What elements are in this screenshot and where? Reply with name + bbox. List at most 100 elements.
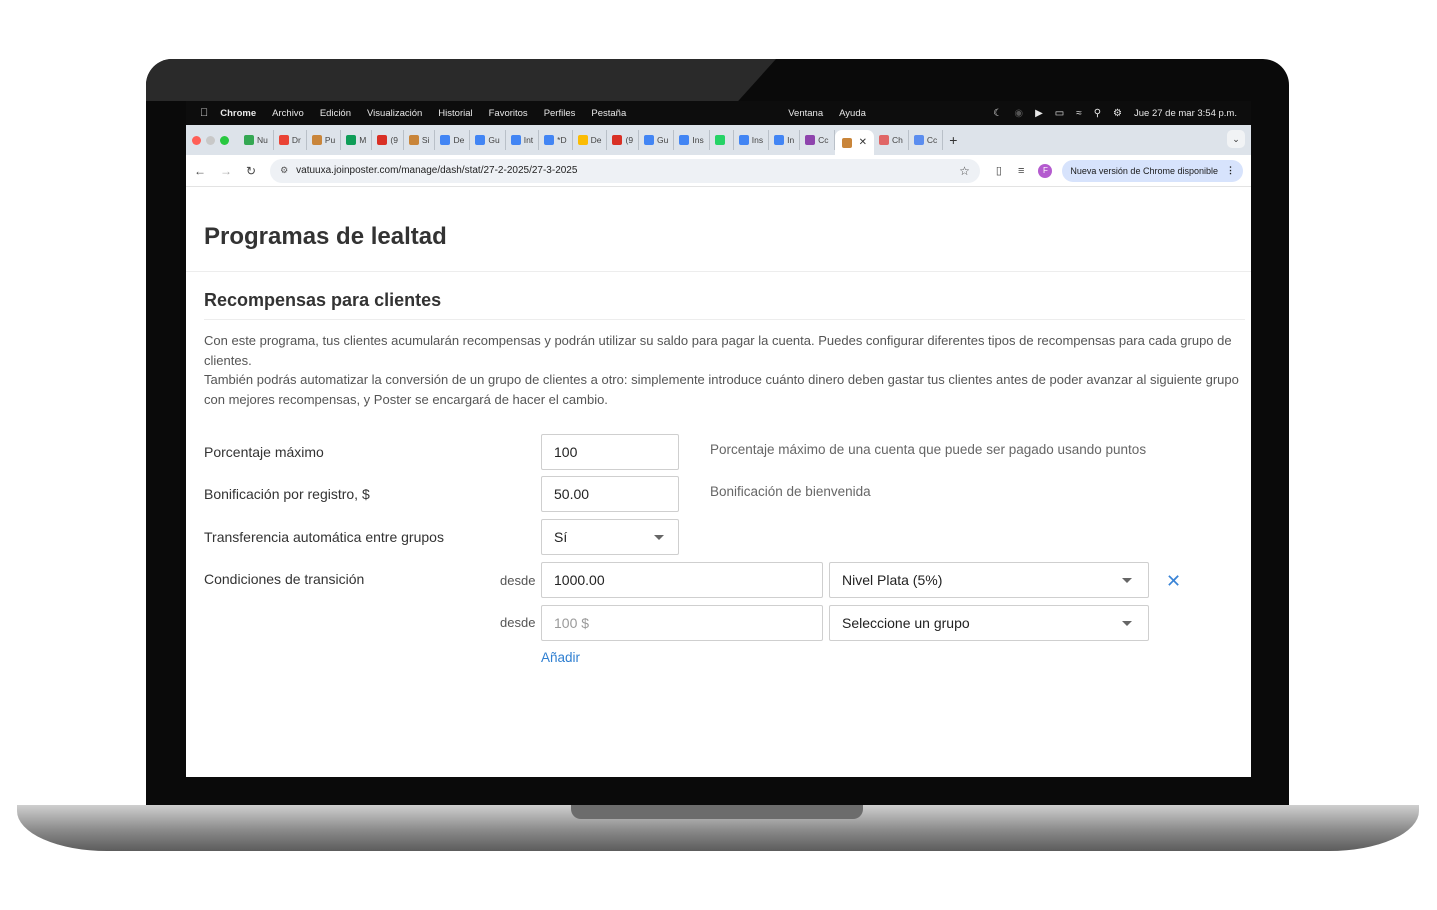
tab-16[interactable]: In xyxy=(769,130,801,150)
forward-arrow-icon[interactable]: → xyxy=(220,164,232,178)
menu-perfiles[interactable]: Perfiles xyxy=(544,108,576,119)
tab-favicon-icon xyxy=(475,135,486,145)
address-bar[interactable]: ⚙ vatuuxa.joinposter.com/manage/dash/sta… xyxy=(270,158,980,183)
more-menu-icon[interactable]: ⋮ xyxy=(1226,165,1235,176)
menu-pestana[interactable]: Pestaña xyxy=(591,108,626,119)
loyalty-form: Porcentaje máximo 100 Porcentaje máximo … xyxy=(204,434,1251,694)
tab-12[interactable]: Gu xyxy=(639,130,675,150)
row2-amount-input[interactable]: 100 $ xyxy=(541,605,823,641)
control-center-icon[interactable]: ⚙ xyxy=(1113,108,1122,119)
back-arrow-icon[interactable]: ← xyxy=(194,164,206,178)
record-icon[interactable]: ◉ xyxy=(1014,108,1023,119)
moon-icon[interactable]: ☾ xyxy=(993,108,1002,119)
close-tab-icon[interactable]: ✕ xyxy=(859,137,867,148)
row1-group-select[interactable]: Nivel Plata (5%) xyxy=(829,562,1149,598)
row1-from-label: desde xyxy=(500,573,536,588)
tab-label: Si xyxy=(421,135,430,145)
menu-visualizacion[interactable]: Visualización xyxy=(367,108,422,119)
wifi-icon[interactable]: ≈ xyxy=(1076,108,1082,119)
tab-2[interactable]: Pu xyxy=(307,130,342,150)
row2-group-select[interactable]: Seleccione un grupo xyxy=(829,605,1149,641)
tab-8[interactable]: Int xyxy=(506,130,540,150)
tab-label: De xyxy=(453,135,465,145)
tab-5[interactable]: Si xyxy=(404,130,436,150)
tab-favicon-icon xyxy=(913,135,924,145)
tab-4[interactable]: (9 xyxy=(372,130,404,150)
reload-icon[interactable]: ↻ xyxy=(246,164,256,178)
auto-transfer-select[interactable]: Sí xyxy=(541,519,679,555)
play-icon[interactable]: ▶ xyxy=(1035,108,1043,119)
chrome-update-button[interactable]: Nueva versión de Chrome disponible ⋮ xyxy=(1062,159,1243,182)
tab-favicon-icon xyxy=(805,135,816,145)
tab-label: (9 xyxy=(625,135,634,145)
minimize-window-button[interactable] xyxy=(206,135,215,145)
row2-group-value: Seleccione un grupo xyxy=(842,615,970,631)
mac-menubar:  Chrome Archivo Edición Visualización H… xyxy=(186,101,1251,125)
tab-17[interactable]: Cc xyxy=(800,130,835,150)
tab-label: Pu xyxy=(324,135,336,145)
max-percent-input[interactable]: 100 xyxy=(541,434,679,470)
site-settings-icon[interactable]: ⚙ xyxy=(280,165,288,176)
laptop-lid:  Chrome Archivo Edición Visualización H… xyxy=(146,59,1289,809)
zoom-window-button[interactable] xyxy=(220,135,229,145)
page-title: Programas de lealtad xyxy=(204,223,447,250)
max-percent-hint: Porcentaje máximo de una cuenta que pued… xyxy=(710,442,1147,457)
tab-strip: Nu Dr Pu M (9 Si De Gu Int *D De (9 Gu Ins Ins In Cc ✕ C… xyxy=(186,125,1251,155)
menu-ventana[interactable]: Ventana xyxy=(788,108,823,119)
remove-row-icon[interactable]: ✕ xyxy=(1166,571,1181,592)
close-window-button[interactable] xyxy=(192,135,201,145)
tab-label: Cc xyxy=(926,135,938,145)
extensions-icon[interactable]: ▯ xyxy=(996,164,1002,177)
menu-historial[interactable]: Historial xyxy=(438,108,472,119)
menu-ayuda[interactable]: Ayuda xyxy=(839,108,866,119)
tab-10[interactable]: De xyxy=(573,130,608,150)
tab-favicon-icon xyxy=(346,135,357,145)
tab-favicon-icon xyxy=(408,135,419,145)
menu-edicion[interactable]: Edición xyxy=(320,108,351,119)
row2-from-label: desde xyxy=(500,615,536,630)
tab-11[interactable]: (9 xyxy=(607,130,640,150)
auto-transfer-value: Sí xyxy=(554,529,568,545)
signup-bonus-label: Bonificación por registro, $ xyxy=(204,486,370,502)
search-icon[interactable]: ⚲ xyxy=(1094,108,1101,119)
description-paragraph-2: También podrás automatizar la conversión… xyxy=(204,372,1239,407)
apple-icon[interactable]:  xyxy=(200,107,208,119)
tab-6[interactable]: De xyxy=(435,130,471,150)
signup-bonus-hint: Bonificación de bienvenida xyxy=(710,484,871,499)
new-tab-button[interactable]: + xyxy=(949,132,957,148)
tab-7[interactable]: Gu xyxy=(470,130,506,150)
tab-after-1[interactable]: Cc xyxy=(909,130,944,150)
tab-1[interactable]: Dr xyxy=(274,130,307,150)
battery-icon[interactable]: ▭ xyxy=(1055,108,1064,119)
chevron-down-icon xyxy=(1122,578,1132,583)
tab-after-0[interactable]: Ch xyxy=(874,130,909,150)
signup-bonus-input[interactable]: 50.00 xyxy=(541,476,679,512)
tab-14[interactable] xyxy=(710,130,734,150)
tab-favicon-icon xyxy=(311,135,322,145)
menu-archivo[interactable]: Archivo xyxy=(272,108,304,119)
tab-3[interactable]: M xyxy=(341,130,373,150)
section-title: Recompensas para clientes xyxy=(204,290,1245,320)
tab-0[interactable]: Nu xyxy=(239,130,274,150)
conditions-label: Condiciones de transición xyxy=(204,571,365,587)
tab-9[interactable]: *D xyxy=(539,130,573,150)
tab-search-button[interactable]: ⌄ xyxy=(1227,130,1245,148)
tab-favicon-icon xyxy=(510,135,521,145)
reading-list-icon[interactable]: ≡ xyxy=(1018,165,1024,177)
tab-15[interactable]: Ins xyxy=(734,130,770,150)
row1-amount-input[interactable]: 1000.00 xyxy=(541,562,823,598)
tab-favicon-icon xyxy=(577,135,588,145)
url-text[interactable]: vatuuxa.joinposter.com/manage/dash/stat/… xyxy=(296,165,959,176)
menubar-clock[interactable]: Jue 27 de mar 3:54 p.m. xyxy=(1134,108,1237,119)
menu-favoritos[interactable]: Favoritos xyxy=(489,108,528,119)
tab-label: Ch xyxy=(891,135,903,145)
tab-label: Int xyxy=(523,135,534,145)
menu-app-name[interactable]: Chrome xyxy=(220,108,256,119)
tab-favicon-icon xyxy=(278,135,289,145)
add-condition-link[interactable]: Añadir xyxy=(541,650,580,665)
tab-favicon-icon xyxy=(738,135,749,145)
profile-avatar[interactable]: F xyxy=(1038,163,1053,178)
tab-active[interactable]: ✕ xyxy=(834,130,874,155)
bookmark-star-icon[interactable]: ☆ xyxy=(959,164,970,178)
tab-13[interactable]: Ins xyxy=(674,130,710,150)
